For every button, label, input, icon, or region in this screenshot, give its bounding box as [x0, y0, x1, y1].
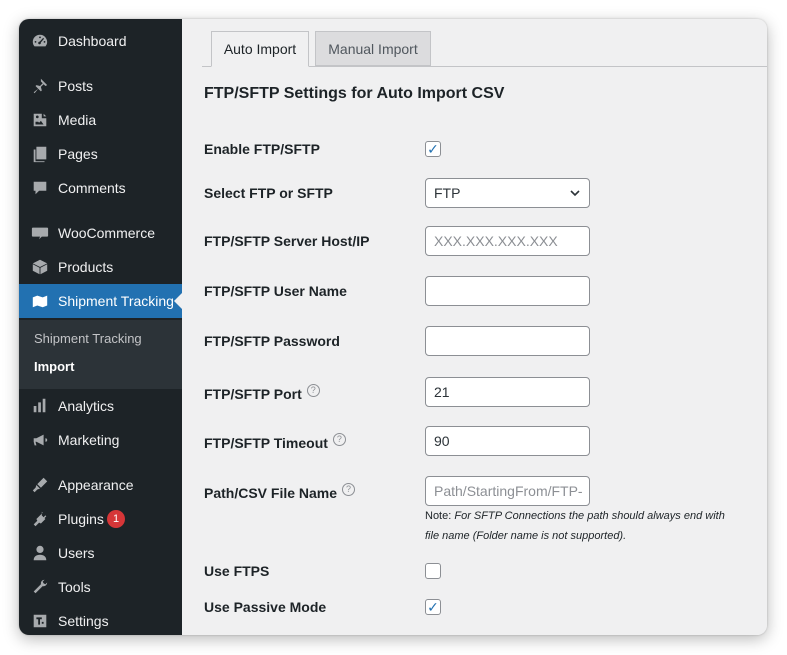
note-line-2: file name (Folder name is not supported)…: [425, 530, 627, 542]
password-label: FTP/SFTP Password: [204, 333, 340, 349]
ftps-label: Use FTPS: [204, 563, 270, 579]
username-label: FTP/SFTP User Name: [204, 283, 347, 299]
user-icon: [31, 544, 49, 562]
menu-tools[interactable]: Tools: [19, 570, 182, 604]
enable-ftp-checkbox[interactable]: ✓: [425, 141, 441, 157]
menu-label: Tools: [58, 579, 91, 595]
menu-label: Appearance: [58, 477, 134, 493]
timeout-input[interactable]: 90: [425, 426, 590, 456]
submenu: Shipment Tracking Import: [19, 320, 182, 389]
checkmark-icon: ✓: [427, 599, 439, 615]
help-icon[interactable]: ?: [306, 383, 320, 397]
media-icon: [31, 111, 49, 129]
active-indicator: [174, 293, 182, 309]
submenu-shipment-tracking[interactable]: Shipment Tracking: [34, 331, 142, 346]
menu-label: Analytics: [58, 398, 115, 414]
megaphone-icon: [31, 431, 49, 449]
menu-label: Products: [58, 259, 114, 275]
menu-products[interactable]: Products: [19, 250, 182, 284]
path-note-continued: file name (Folder name is not supported)…: [425, 526, 745, 546]
menu-label: Posts: [58, 78, 94, 94]
main-content: Auto Import Manual Import FTP/SFTP Setti…: [182, 19, 767, 635]
chevron-down-icon: [570, 190, 580, 197]
path-label: Path/CSV File Name ?: [204, 482, 356, 501]
menu-label: Pages: [58, 146, 98, 162]
menu-analytics[interactable]: Analytics: [19, 389, 182, 423]
note-line-1: For SFTP Connections the path should alw…: [454, 510, 725, 522]
menu-posts[interactable]: Posts: [19, 69, 182, 103]
woocommerce-icon: [31, 224, 49, 242]
password-input[interactable]: [425, 326, 590, 356]
menu-appearance[interactable]: Appearance: [19, 468, 182, 502]
menu-marketing[interactable]: Marketing: [19, 423, 182, 457]
host-input[interactable]: XXX.XXX.XXX.XXX: [425, 226, 590, 256]
app-window: Dashboard Posts Media Pages Comments Woo…: [19, 19, 767, 635]
menu-plugins[interactable]: Plugins 1: [19, 502, 182, 536]
pages-icon: [31, 145, 49, 163]
menu-label: WooCommerce: [58, 225, 155, 241]
ftp-type-select[interactable]: FTP: [425, 178, 590, 208]
menu-label: Media: [58, 112, 97, 128]
menu-users[interactable]: Users: [19, 536, 182, 570]
submenu-import[interactable]: Import: [34, 359, 74, 374]
menu-shipment-tracking[interactable]: Shipment Tracking: [19, 284, 182, 318]
box-icon: [31, 258, 49, 276]
path-input[interactable]: Path/StartingFrom/FTP-: [425, 476, 590, 506]
ftp-type-value: FTP: [434, 185, 461, 201]
tab-auto-import[interactable]: Auto Import: [211, 31, 309, 67]
enable-ftp-label: Enable FTP/SFTP: [204, 141, 320, 157]
settings-icon: [31, 612, 49, 630]
menu-media[interactable]: Media: [19, 103, 182, 137]
wrench-icon: [31, 578, 49, 596]
path-note: Note: For SFTP Connections the path shou…: [425, 506, 745, 526]
timeout-label-text: FTP/SFTP Timeout: [204, 435, 328, 451]
menu-comments[interactable]: Comments: [19, 171, 182, 205]
bar-chart-icon: [31, 397, 49, 415]
map-icon: [31, 292, 49, 310]
menu-dashboard[interactable]: Dashboard: [19, 24, 182, 58]
passive-mode-checkbox[interactable]: ✓: [425, 599, 441, 615]
menu-label: Shipment Tracking: [58, 293, 174, 309]
comment-icon: [31, 179, 49, 197]
update-count-badge: 1: [107, 510, 125, 528]
checkmark-icon: ✓: [427, 141, 439, 157]
menu-label: Users: [58, 545, 95, 561]
menu-settings[interactable]: Settings: [19, 604, 182, 635]
admin-sidebar: Dashboard Posts Media Pages Comments Woo…: [19, 19, 182, 635]
host-label: FTP/SFTP Server Host/IP: [204, 233, 370, 249]
timeout-label: FTP/SFTP Timeout ?: [204, 432, 346, 451]
dashboard-icon: [31, 32, 49, 50]
port-input[interactable]: 21: [425, 377, 590, 407]
help-icon[interactable]: ?: [332, 432, 346, 446]
ftps-checkbox[interactable]: [425, 563, 441, 579]
pin-icon: [31, 77, 49, 95]
help-icon[interactable]: ?: [342, 482, 356, 496]
menu-pages[interactable]: Pages: [19, 137, 182, 171]
username-input[interactable]: [425, 276, 590, 306]
menu-label: Plugins: [58, 511, 104, 527]
path-label-text: Path/CSV File Name: [204, 485, 338, 501]
menu-woocommerce[interactable]: WooCommerce: [19, 216, 182, 250]
tab-manual-import[interactable]: Manual Import: [315, 31, 431, 66]
section-title: FTP/SFTP Settings for Auto Import CSV: [204, 85, 505, 102]
passive-mode-label: Use Passive Mode: [204, 599, 327, 615]
port-label-text: FTP/SFTP Port: [204, 386, 302, 402]
menu-label: Marketing: [58, 432, 120, 448]
port-label: FTP/SFTP Port ?: [204, 383, 320, 402]
brush-icon: [31, 476, 49, 494]
menu-label: Dashboard: [58, 33, 127, 49]
menu-label: Settings: [58, 613, 109, 629]
plugin-icon: [31, 510, 49, 528]
ftp-type-label: Select FTP or SFTP: [204, 185, 333, 201]
note-prefix: Note:: [425, 510, 452, 522]
menu-label: Comments: [58, 180, 126, 196]
